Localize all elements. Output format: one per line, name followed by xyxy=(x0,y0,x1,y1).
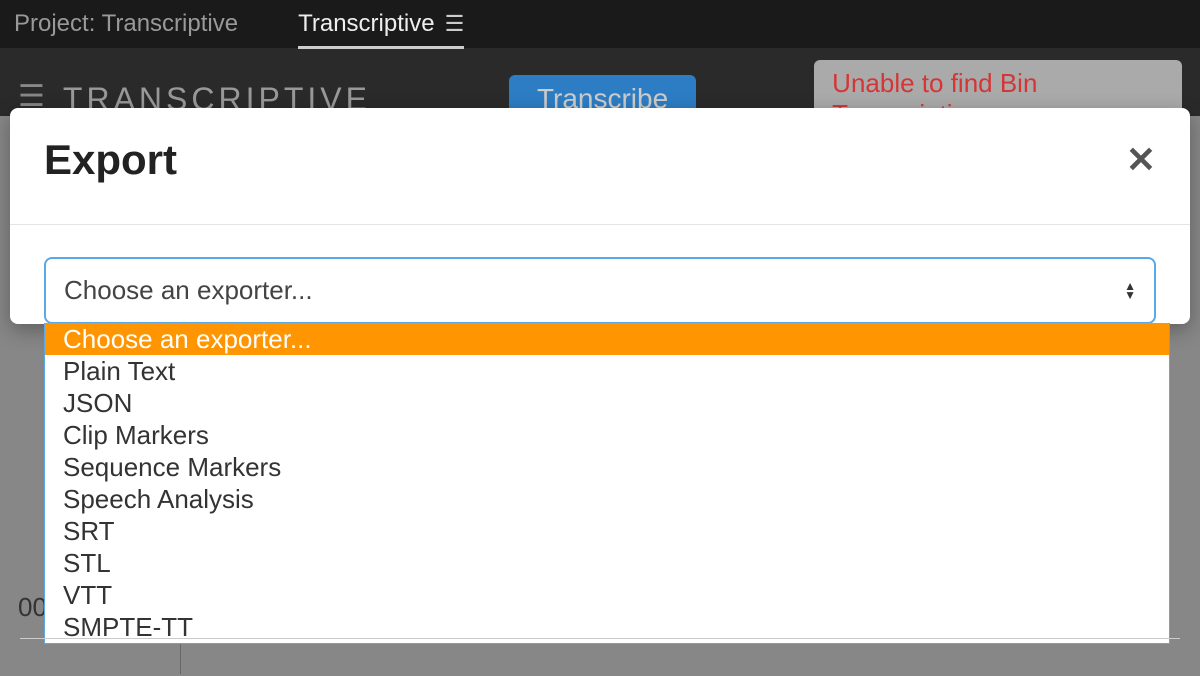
modal-header: Export ✕ xyxy=(10,108,1190,225)
tab-menu-icon[interactable]: ☰ xyxy=(445,11,465,37)
tab-label: Transcriptive xyxy=(298,10,434,38)
select-value: Choose an exporter... xyxy=(64,275,313,306)
dropdown-option-clipmarkers[interactable]: Clip Markers xyxy=(45,419,1169,451)
exporter-select[interactable]: Choose an exporter... ▲ ▼ xyxy=(44,257,1156,324)
tab-transcriptive[interactable]: Transcriptive ☰ xyxy=(298,10,464,49)
dropdown-option-json[interactable]: JSON xyxy=(45,387,1169,419)
vertical-divider xyxy=(180,644,181,674)
dropdown-option-speechanalysis[interactable]: Speech Analysis xyxy=(45,483,1169,515)
modal-body: Choose an exporter... ▲ ▼ Choose an expo… xyxy=(10,225,1190,324)
header-bar: ☰ TRANSCRIPTIVE Transcribe Unable to fin… xyxy=(0,48,1200,116)
dropdown-option-stl[interactable]: STL xyxy=(45,547,1169,579)
dropdown-option-plaintext[interactable]: Plain Text xyxy=(45,355,1169,387)
select-arrows-icon: ▲ ▼ xyxy=(1124,282,1136,300)
modal-divider xyxy=(20,638,1180,639)
dropdown-option-sequencemarkers[interactable]: Sequence Markers xyxy=(45,451,1169,483)
dropdown-option-vtt[interactable]: VTT xyxy=(45,579,1169,611)
exporter-dropdown: Choose an exporter... Plain Text JSON Cl… xyxy=(44,323,1170,644)
project-label: Project: Transcriptive xyxy=(14,10,238,38)
dropdown-option-placeholder[interactable]: Choose an exporter... xyxy=(45,323,1169,355)
dropdown-option-srt[interactable]: SRT xyxy=(45,515,1169,547)
top-bar: Project: Transcriptive Transcriptive ☰ xyxy=(0,0,1200,48)
timecode-display: 00 xyxy=(18,592,47,623)
close-icon[interactable]: ✕ xyxy=(1126,139,1156,181)
export-modal: Export ✕ Choose an exporter... ▲ ▼ Choos… xyxy=(10,108,1190,324)
modal-title: Export xyxy=(44,136,177,184)
